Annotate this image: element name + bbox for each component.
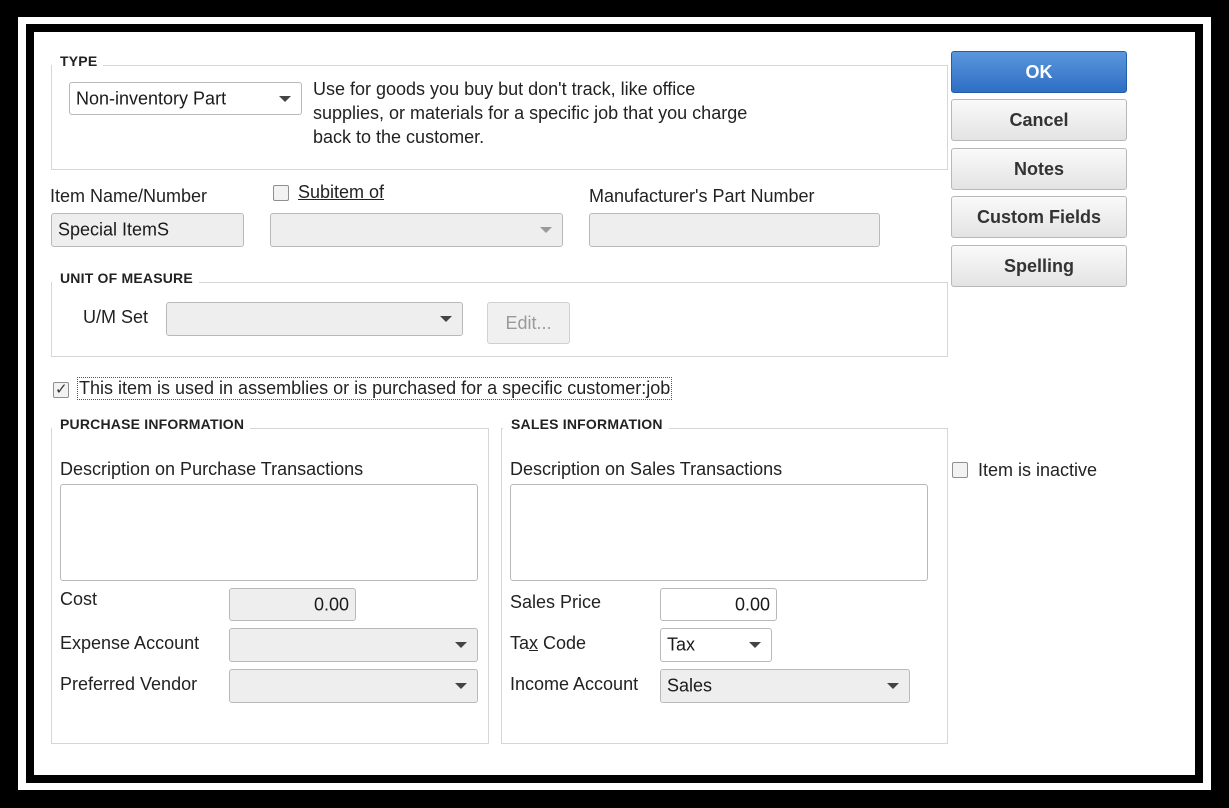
spelling-button[interactable]: Spelling [951,245,1127,287]
expense-account-dropdown[interactable] [229,628,478,662]
cancel-button[interactable]: Cancel [951,99,1127,141]
assembly-checkbox-label[interactable]: This item is used in assemblies or is pu… [77,377,673,400]
subitem-label: Subitem of [298,182,385,202]
item-name-input[interactable]: Special ItemS [51,213,244,247]
notes-button[interactable]: Notes [951,148,1127,190]
chevron-down-icon [455,683,467,689]
mpn-input[interactable] [589,213,880,247]
item-type-value: Non-inventory Part [76,88,227,108]
um-set-label: U/M Set [83,307,149,327]
mpn-label: Manufacturer's Part Number [589,186,815,206]
uom-group-label: UNIT OF MEASURE [52,270,199,286]
tax-code-dropdown[interactable]: Tax [660,628,772,662]
subitem-checkbox[interactable] [273,185,289,201]
type-description: Use for goods you buy but don't track, l… [313,79,748,147]
sales-description-textarea[interactable] [510,484,928,581]
chevron-down-icon [540,227,552,233]
chevron-down-icon [455,642,467,648]
cost-label: Cost [60,589,98,609]
purchase-desc-label: Description on Purchase Transactions [60,459,364,479]
type-group-label: TYPE [52,53,104,69]
income-account-dropdown[interactable]: Sales [660,669,910,703]
chevron-down-icon [749,642,761,648]
purchase-description-textarea[interactable] [60,484,478,581]
subitem-dropdown [270,213,563,247]
sales-group-label: SALES INFORMATION [503,416,669,432]
purchase-group-label: PURCHASE INFORMATION [52,416,251,432]
chevron-down-icon [440,316,452,322]
income-account-label: Income Account [510,674,639,694]
item-type-dropdown[interactable]: Non-inventory Part [69,82,302,115]
um-set-dropdown[interactable] [166,302,463,336]
custom-fields-button[interactable]: Custom Fields [951,196,1127,238]
item-name-label: Item Name/Number [50,186,208,206]
preferred-vendor-dropdown[interactable] [229,669,478,703]
ok-button[interactable]: OK [951,51,1127,93]
sales-price-label: Sales Price [510,592,602,612]
tax-code-label: Tax Code [510,633,587,653]
sales-price-input[interactable]: 0.00 [660,588,777,621]
expense-account-label: Expense Account [60,633,200,653]
cost-input[interactable]: 0.00 [229,588,356,621]
chevron-down-icon [887,683,899,689]
item-inactive-label: Item is inactive [978,460,1098,480]
chevron-down-icon [279,95,291,102]
sales-desc-label: Description on Sales Transactions [510,459,783,479]
new-item-dialog: TYPE Non-inventory Part Use for goods yo… [34,32,1195,775]
assembly-checkbox[interactable] [53,380,69,398]
edit-um-button[interactable]: Edit... [487,302,570,344]
item-inactive-checkbox[interactable] [952,462,968,478]
preferred-vendor-label: Preferred Vendor [60,674,198,694]
